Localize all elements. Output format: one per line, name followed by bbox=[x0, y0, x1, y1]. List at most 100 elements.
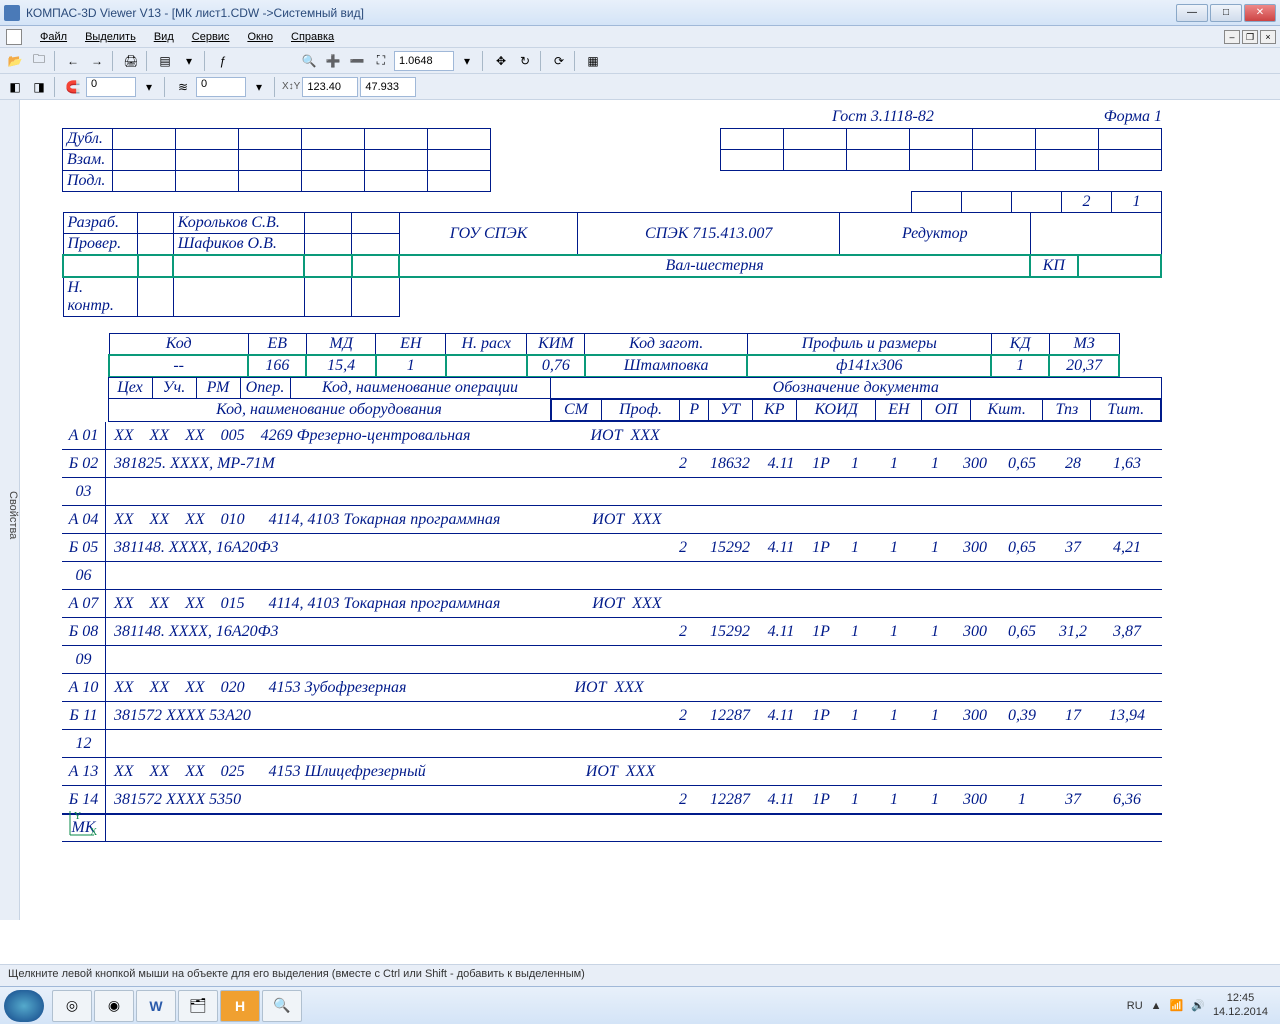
blank-hdr-3: ЕН bbox=[376, 334, 446, 356]
row7-col9: 31,2 bbox=[1046, 623, 1100, 641]
taskbar: ◎ ◉ W 🗂 Н 🔍 RU ▲ 📶 🔊 12:45 14.12.2014 bbox=[0, 986, 1280, 1024]
op-row-8: 09 bbox=[62, 646, 1162, 674]
zoom-out-button[interactable]: ➖ bbox=[346, 50, 368, 72]
kp-label: КП bbox=[1030, 255, 1078, 277]
task-explorer[interactable]: 🗂 bbox=[178, 990, 218, 1022]
start-button[interactable] bbox=[4, 990, 44, 1022]
vars-button[interactable]: ƒ bbox=[212, 50, 234, 72]
zoom-in-button[interactable]: ➕ bbox=[322, 50, 344, 72]
fwd-button[interactable]: → bbox=[86, 50, 108, 72]
row7-col2: 4.11 bbox=[760, 623, 802, 641]
row4-col6: 1 bbox=[918, 539, 952, 557]
menu-select[interactable]: Выделить bbox=[77, 29, 144, 45]
row10-col0: 2 bbox=[666, 707, 700, 725]
podl-label: Подл. bbox=[63, 171, 113, 192]
blank-val-5: 0,76 bbox=[527, 355, 585, 377]
system-tray[interactable]: RU ▲ 📶 🔊 12:45 14.12.2014 bbox=[1119, 992, 1276, 1018]
op-row-9-text: ХХ ХХ ХХ 020 4153 Зубофрезерная ИОТ ХХХ bbox=[114, 679, 644, 697]
op-row-10: Б 11 381572 ХХХХ 53А202122874.111Р111300… bbox=[62, 702, 1162, 730]
rotate-button[interactable]: ↻ bbox=[514, 50, 536, 72]
row4-col9: 37 bbox=[1046, 539, 1100, 557]
tb2-dd1[interactable]: ▾ bbox=[138, 76, 160, 98]
row4-col0: 2 bbox=[666, 539, 700, 557]
op-row-2: 03 bbox=[62, 478, 1162, 506]
tray-clock[interactable]: 12:45 14.12.2014 bbox=[1213, 992, 1268, 1018]
op-row-3: А 04 ХХ ХХ ХХ 010 4114, 4103 Токарная пр… bbox=[62, 506, 1162, 534]
hdr-uch: Уч. bbox=[152, 378, 196, 399]
status-bar: Щелкните левой кнопкой мыши на объекте д… bbox=[0, 964, 1280, 986]
row4-col7: 300 bbox=[952, 539, 998, 557]
menu-window[interactable]: Окно bbox=[239, 29, 281, 45]
zoom-window-button[interactable]: 🔍 bbox=[298, 50, 320, 72]
row10-col9: 17 bbox=[1046, 707, 1100, 725]
maximize-button[interactable]: □ bbox=[1210, 4, 1242, 22]
blank-val-9: 20,37 bbox=[1049, 355, 1119, 377]
menu-service[interactable]: Сервис bbox=[184, 29, 238, 45]
vzam-label: Взам. bbox=[63, 150, 113, 171]
tb2-dd2[interactable]: ▾ bbox=[248, 76, 270, 98]
task-kompas[interactable]: 🔍 bbox=[262, 990, 302, 1022]
row4-col5: 1 bbox=[870, 539, 918, 557]
refresh-button[interactable]: ⟳ bbox=[548, 50, 570, 72]
zoom-input[interactable] bbox=[394, 51, 454, 71]
blank-val-8: 1 bbox=[991, 355, 1049, 377]
blank-hdr-6: Код загот. bbox=[585, 334, 748, 356]
tray-net-icon: 📶 bbox=[1170, 999, 1184, 1012]
coord-y[interactable] bbox=[360, 77, 416, 97]
ophdr2-9: Тпз bbox=[1043, 400, 1091, 421]
blank-val-7: ф141x306 bbox=[747, 355, 991, 377]
tb2-b[interactable]: ◨ bbox=[28, 76, 50, 98]
row1-col10: 1,63 bbox=[1100, 455, 1154, 473]
op-row-10-text: 381572 ХХХХ 53А20 bbox=[114, 707, 251, 725]
zoom-fit-button[interactable]: ⛶ bbox=[370, 50, 392, 72]
op-row-10-label: Б 11 bbox=[62, 702, 106, 729]
org: ГОУ СПЭК bbox=[399, 213, 578, 256]
tb2-layer[interactable]: ≋ bbox=[172, 76, 194, 98]
side-panel-properties[interactable]: Свойства bbox=[0, 100, 20, 920]
op-row-0: А 01 ХХ ХХ ХХ 005 4269 Фрезерно-центрова… bbox=[62, 422, 1162, 450]
tray-lang[interactable]: RU bbox=[1127, 1000, 1143, 1012]
open-button[interactable]: 📂 bbox=[4, 50, 26, 72]
task-app2[interactable]: Н bbox=[220, 990, 260, 1022]
pan-button[interactable]: ✥ bbox=[490, 50, 512, 72]
mdi-restore[interactable]: ❐ bbox=[1242, 30, 1258, 44]
open2-button[interactable]: 🗀 bbox=[28, 50, 50, 72]
row13-col10: 6,36 bbox=[1100, 791, 1154, 809]
mdi-close[interactable]: × bbox=[1260, 30, 1276, 44]
back-button[interactable]: ← bbox=[62, 50, 84, 72]
op-row-1-label: Б 02 bbox=[62, 450, 106, 477]
close-button[interactable]: ✕ bbox=[1244, 4, 1276, 22]
tb2-a[interactable]: ◧ bbox=[4, 76, 26, 98]
zoom-dd[interactable]: ▾ bbox=[456, 50, 478, 72]
row13-col6: 1 bbox=[918, 791, 952, 809]
task-app1[interactable]: ◎ bbox=[52, 990, 92, 1022]
op-row-6: А 07 ХХ ХХ ХХ 015 4114, 4103 Токарная пр… bbox=[62, 590, 1162, 618]
task-word[interactable]: W bbox=[136, 990, 176, 1022]
menu-file[interactable]: Файл bbox=[32, 29, 75, 45]
grid-button[interactable]: ▦ bbox=[582, 50, 604, 72]
mdi-minimize[interactable]: – bbox=[1224, 30, 1240, 44]
row7-col5: 1 bbox=[870, 623, 918, 641]
page-cur: 2 bbox=[1062, 192, 1112, 213]
row13-col2: 4.11 bbox=[760, 791, 802, 809]
row7-col10: 3,87 bbox=[1100, 623, 1154, 641]
combo1[interactable]: 0 bbox=[86, 77, 136, 97]
blank-hdr-9: МЗ bbox=[1049, 334, 1119, 356]
print-button[interactable]: 🖨 bbox=[120, 50, 142, 72]
op-row-6-label: А 07 bbox=[62, 590, 106, 617]
layers-button[interactable]: ▤ bbox=[154, 50, 176, 72]
props-button[interactable]: ▾ bbox=[178, 50, 200, 72]
ophdr2-8: Кшт. bbox=[971, 400, 1043, 421]
window-title: КОМПАС-3D Viewer V13 - [МК лист1.CDW ->С… bbox=[26, 6, 1176, 20]
drawing-canvas[interactable]: Гост 3.1118-82 Форма 1 Дубл. Взам. Подл. bbox=[22, 100, 1278, 962]
ophdr2-7: ОП bbox=[922, 400, 971, 421]
op-row-1: Б 02 381825. ХХХХ, МР-71М2186324.111Р111… bbox=[62, 450, 1162, 478]
task-chrome[interactable]: ◉ bbox=[94, 990, 134, 1022]
menu-view[interactable]: Вид bbox=[146, 29, 182, 45]
minimize-button[interactable]: — bbox=[1176, 4, 1208, 22]
op-row-11: 12 bbox=[62, 730, 1162, 758]
menu-help[interactable]: Справка bbox=[283, 29, 342, 45]
coord-x[interactable] bbox=[302, 77, 358, 97]
combo2[interactable]: 0 bbox=[196, 77, 246, 97]
tb2-attach[interactable]: 🧲 bbox=[62, 76, 84, 98]
